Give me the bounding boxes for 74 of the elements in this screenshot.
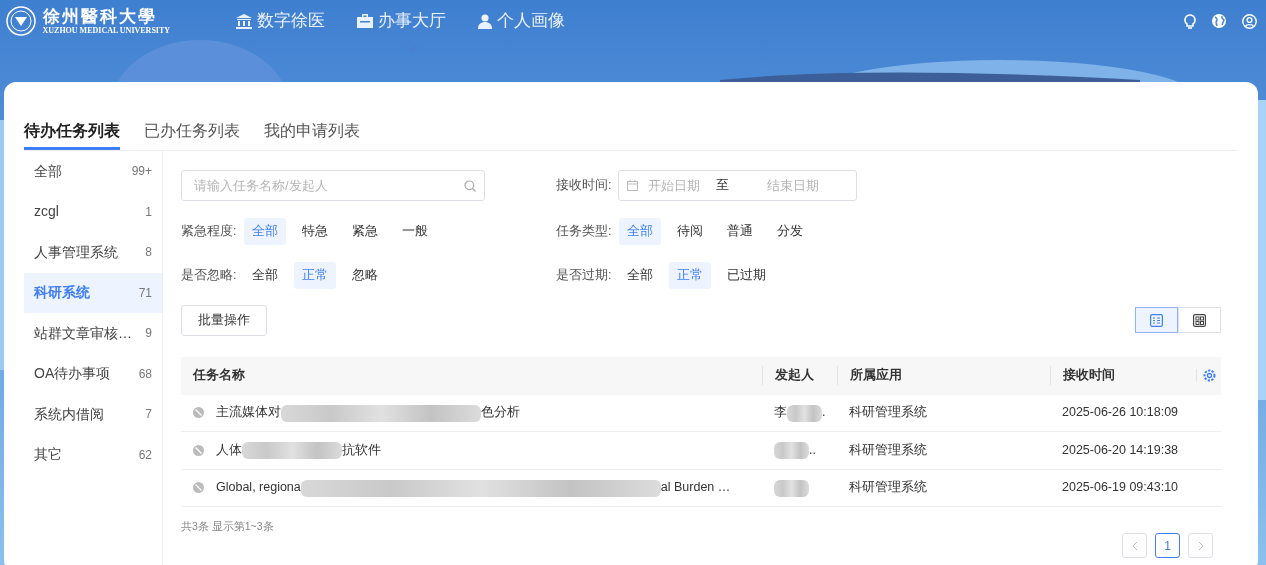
nav-link[interactable]: 个人画像 xyxy=(478,8,566,34)
nav-link[interactable]: 办事大厅 xyxy=(357,8,447,34)
settings-icon[interactable] xyxy=(1202,369,1216,382)
date-range-field[interactable]: 开始日期 至 结束日期 xyxy=(618,170,857,201)
filter-label: 是否过期: xyxy=(556,266,612,284)
sidebar-item[interactable]: OA待办事项 68 xyxy=(24,353,162,394)
filter-option[interactable]: 全部 xyxy=(619,218,662,245)
end-date-input[interactable]: 结束日期 xyxy=(741,174,846,197)
filter-option[interactable]: 全部 xyxy=(244,218,287,245)
bank-icon xyxy=(236,13,253,29)
filter-option[interactable]: 紧急 xyxy=(344,218,387,245)
filter-label: 是否忽略: xyxy=(181,266,237,284)
tab[interactable]: 已办任务列表 xyxy=(144,104,240,150)
view-toggle[interactable] xyxy=(1135,307,1178,333)
column-header: 所属应用 xyxy=(837,366,1050,385)
filter-option[interactable]: 全部 xyxy=(619,261,662,289)
start-date-input[interactable]: 开始日期 xyxy=(646,174,716,197)
lightbulb-icon[interactable] xyxy=(1184,13,1196,29)
grid-view-icon xyxy=(1193,313,1206,327)
sidebar-item[interactable]: 科研系统 71 xyxy=(24,272,162,313)
view-toggle[interactable] xyxy=(1178,307,1221,333)
disabled-status-icon xyxy=(193,482,204,494)
user-icon[interactable] xyxy=(1242,13,1257,29)
filter-label: 任务类型: xyxy=(556,223,612,240)
page-button[interactable]: 1 xyxy=(1155,533,1180,558)
filter-option[interactable]: 特急 xyxy=(294,218,337,245)
disabled-status-icon xyxy=(193,407,204,419)
disabled-status-icon xyxy=(193,444,204,456)
filter-option[interactable]: 已过期 xyxy=(719,261,775,289)
received-time: 2025-06-26 10:18:09 xyxy=(1062,405,1179,420)
column-header: 任务名称 xyxy=(191,367,246,385)
filter-option[interactable]: 全部 xyxy=(244,261,287,289)
filter-option[interactable]: 待阅 xyxy=(669,218,712,245)
sidebar-item[interactable]: 其它 62 xyxy=(24,434,162,475)
filter-option[interactable]: 正常 xyxy=(294,261,337,289)
filter-option[interactable]: 分发 xyxy=(769,218,812,245)
date-separator: 至 xyxy=(716,177,729,195)
column-header: 发起人 xyxy=(762,366,837,385)
sidebar-item[interactable]: 系统内借阅 7 xyxy=(24,394,162,435)
calendar-icon xyxy=(627,180,638,191)
initiator-name: 李 . xyxy=(774,403,826,423)
filter-option[interactable]: 一般 xyxy=(394,218,437,245)
app-name: 科研管理系统 xyxy=(849,442,927,457)
search-field[interactable]: 请输入任务名称/发起人 xyxy=(181,170,485,201)
globe-icon[interactable] xyxy=(1212,14,1226,28)
filter-option[interactable]: 正常 xyxy=(669,261,712,289)
emblem-icon xyxy=(6,6,36,36)
app-name: 科研管理系统 xyxy=(849,480,927,495)
logo-subtitle: XUZHOU MEDICAL UNIVERSITY xyxy=(42,26,171,35)
app-name: 科研管理系统 xyxy=(849,405,927,420)
summary-text: 共3条 显示第1~3条 xyxy=(181,519,274,534)
filter-option[interactable]: 普通 xyxy=(719,218,762,245)
batch-button[interactable]: 批量操作 xyxy=(181,304,267,336)
filter-option[interactable]: 忽略 xyxy=(344,261,387,289)
chevron-right-icon xyxy=(1197,540,1204,551)
column-header: 接收时间 xyxy=(1050,366,1196,385)
person-icon xyxy=(478,13,493,29)
search-icon[interactable] xyxy=(464,180,476,192)
initiator-name xyxy=(774,478,809,498)
received-time: 2025-06-20 14:19:38 xyxy=(1062,442,1179,457)
nav-link[interactable]: 数字徐医 xyxy=(236,8,326,34)
sidebar-item[interactable]: 全部 99+ xyxy=(24,151,162,192)
sidebar-item[interactable]: zcgl 1 xyxy=(24,191,162,232)
filter-label: 紧急程度: xyxy=(181,223,237,240)
received-time: 2025-06-19 09:43:10 xyxy=(1062,480,1179,495)
logo-title: 徐州醫科大學 xyxy=(42,7,158,25)
sidebar-item[interactable]: 人事管理系统 8 xyxy=(24,232,162,273)
tab[interactable]: 待办任务列表 xyxy=(24,104,120,150)
filter-label: 接收时间: xyxy=(556,177,612,195)
sidebar-item[interactable]: 站群文章审核… 9 xyxy=(24,313,162,354)
tab[interactable]: 我的申请列表 xyxy=(264,104,360,150)
initiator-name: .. xyxy=(774,440,816,460)
list-view-icon xyxy=(1150,313,1163,327)
chevron-left-icon xyxy=(1131,540,1138,551)
